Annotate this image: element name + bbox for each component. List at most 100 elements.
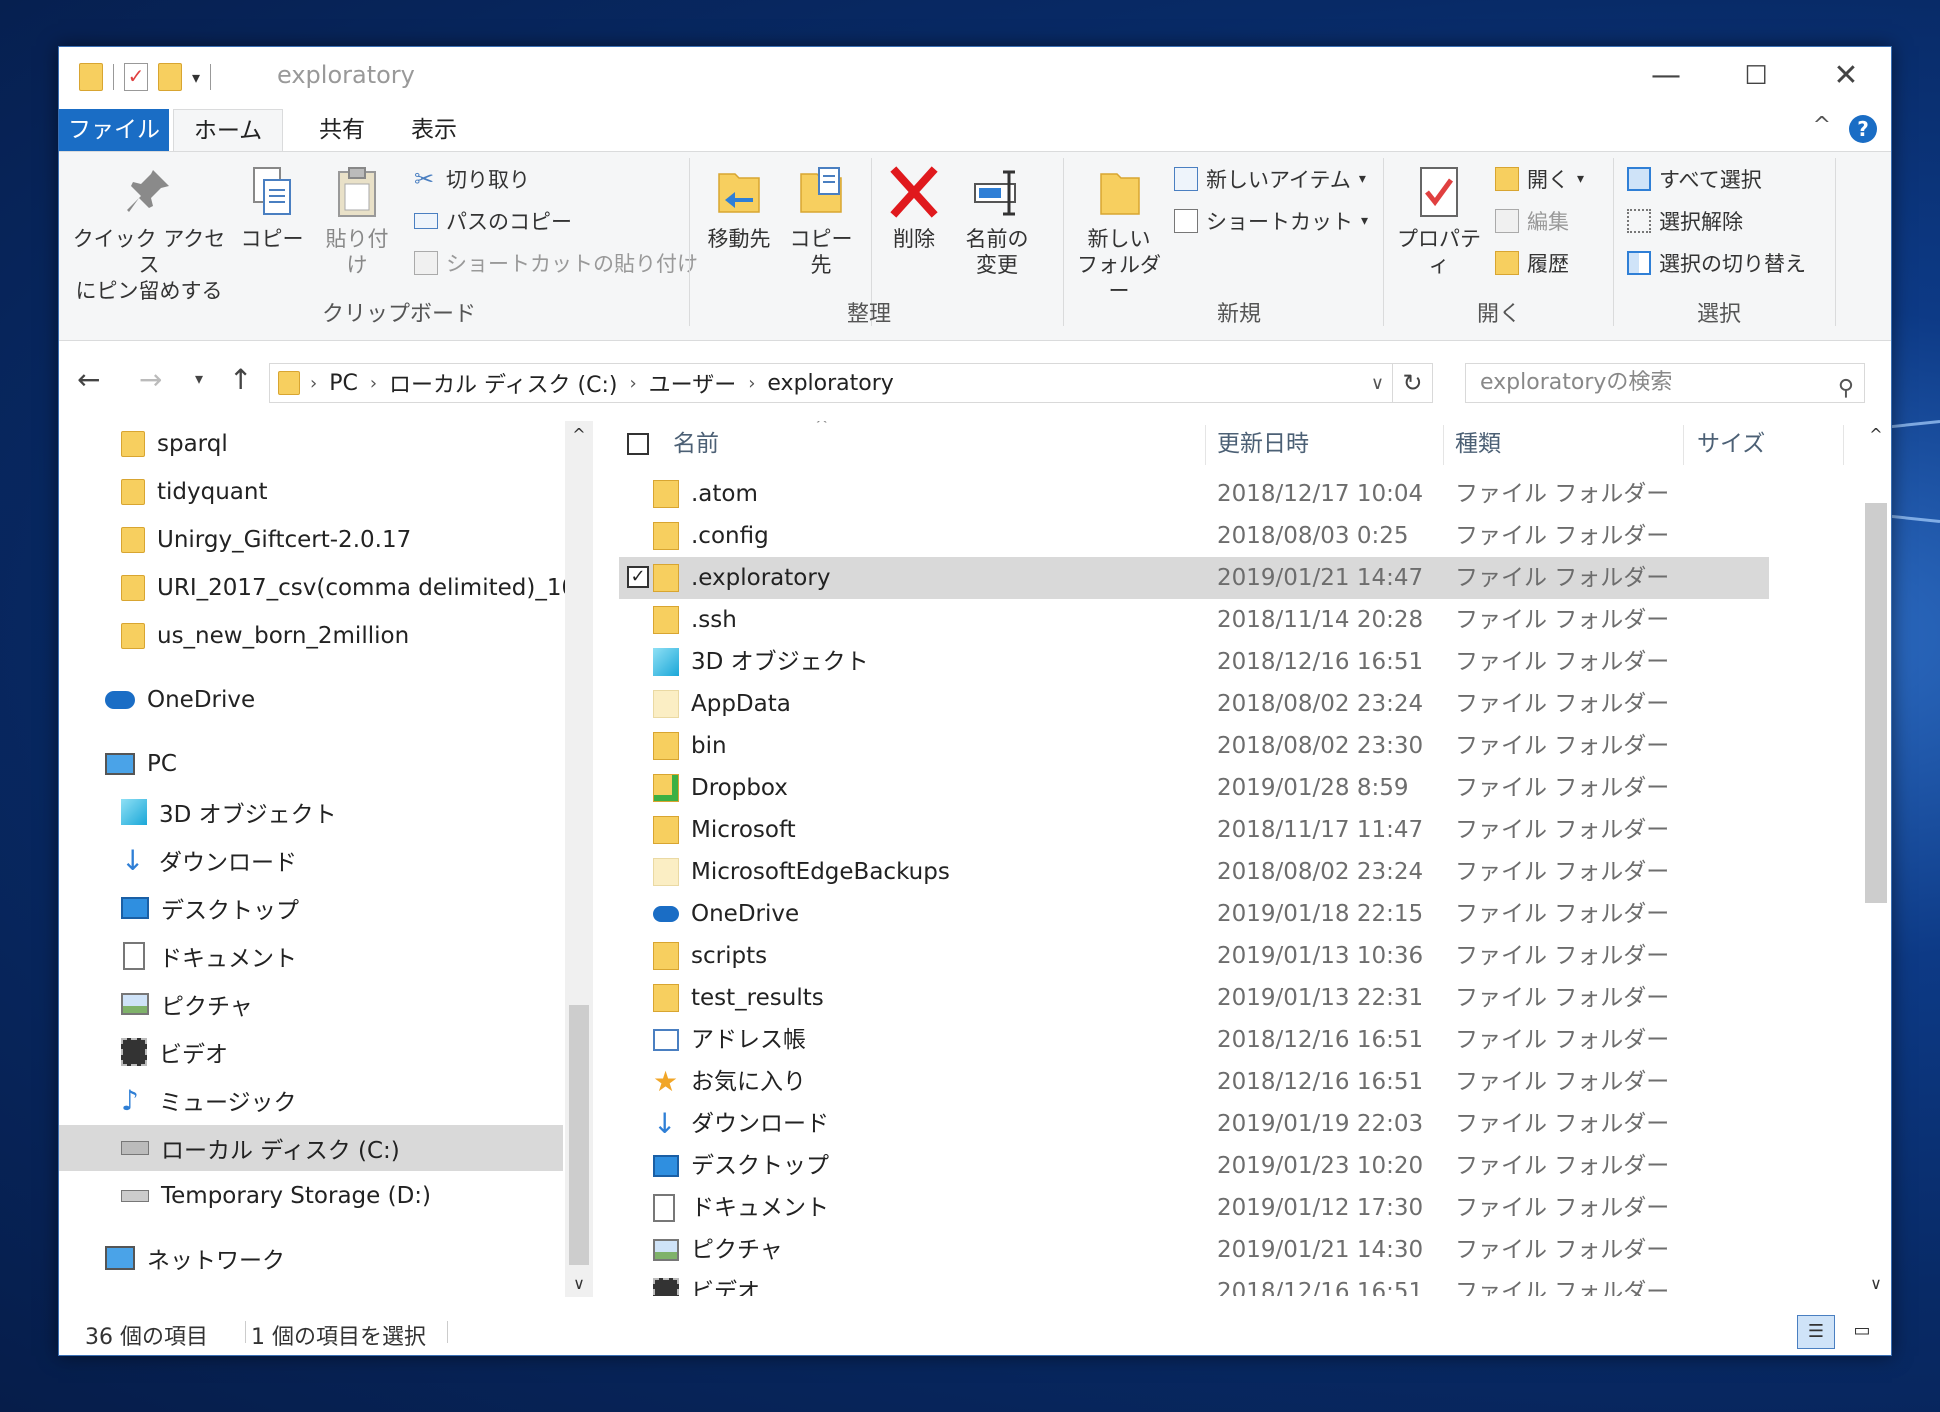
table-row[interactable]: Microsoft 2018/11/17 11:47 ファイル フォルダー <box>619 809 1769 851</box>
history-button[interactable]: 履歴 <box>1495 248 1569 278</box>
shortcut-label: ショートカット <box>1206 210 1353 234</box>
rename-button[interactable]: 名前の 変更 <box>957 164 1037 278</box>
breadcrumb-local-disk[interactable]: ローカル ディスク (C:) <box>381 367 625 399</box>
nav-item-pictures[interactable]: ピクチャ <box>121 981 253 1027</box>
nav-item-music[interactable]: ♪ ミュージック <box>121 1077 297 1123</box>
table-row[interactable]: bin 2018/08/02 23:30 ファイル フォルダー <box>619 725 1769 767</box>
nav-item-downloads[interactable]: ↓ ダウンロード <box>121 837 297 883</box>
copy-path-button[interactable]: パスのコピー <box>414 206 572 236</box>
row-checkbox[interactable]: ✓ <box>627 566 649 588</box>
forward-arrow-icon[interactable]: → <box>139 363 162 396</box>
folder-icon <box>653 606 679 634</box>
back-arrow-icon[interactable]: ← <box>77 363 100 396</box>
nav-item-unirgy[interactable]: Unirgy_Giftcert-2.0.17 <box>121 517 411 563</box>
scroll-up-icon[interactable]: ^ <box>1861 425 1891 444</box>
nav-item-desktop[interactable]: デスクトップ <box>121 885 299 931</box>
tab-file[interactable]: ファイル <box>59 109 169 151</box>
table-row[interactable]: Dropbox 2019/01/28 8:59 ファイル フォルダー <box>619 767 1769 809</box>
table-row[interactable]: AppData 2018/08/02 23:24 ファイル フォルダー <box>619 683 1769 725</box>
table-row[interactable]: ピクチャ 2019/01/21 14:30 ファイル フォルダー <box>619 1229 1769 1271</box>
address-bar[interactable]: › PC › ローカル ディスク (C:) › ユーザー › explorato… <box>269 363 1393 403</box>
nav-item-onedrive[interactable]: OneDrive <box>105 677 255 723</box>
table-row[interactable]: .ssh 2018/11/14 20:28 ファイル フォルダー <box>619 599 1769 641</box>
paste-button[interactable]: 貼り付け <box>317 164 397 278</box>
scroll-down-icon[interactable]: ∨ <box>1861 1274 1891 1293</box>
copy-button[interactable]: コピー <box>237 164 307 252</box>
delete-button[interactable]: 削除 <box>879 164 949 252</box>
column-header-name[interactable]: 名前 <box>673 421 719 467</box>
search-input[interactable]: exploratoryの検索 ⚲ <box>1465 363 1865 403</box>
customize-toolbar-icon[interactable]: ▾ <box>192 68 200 87</box>
open-button[interactable]: 開く ▾ <box>1495 164 1584 194</box>
edit-button[interactable]: 編集 <box>1495 206 1569 236</box>
details-view-icon[interactable]: ☰ <box>1797 1315 1835 1349</box>
table-row[interactable]: ↓ ダウンロード 2019/01/19 22:03 ファイル フォルダー <box>619 1103 1769 1145</box>
table-row[interactable]: 3D オブジェクト 2018/12/16 16:51 ファイル フォルダー <box>619 641 1769 683</box>
table-row[interactable]: ドキュメント 2019/01/12 17:30 ファイル フォルダー <box>619 1187 1769 1229</box>
new-item-label: 新しいアイテム <box>1206 168 1351 192</box>
select-none-button[interactable]: 選択解除 <box>1627 206 1743 236</box>
table-row[interactable]: アドレス帳 2018/12/16 16:51 ファイル フォルダー <box>619 1019 1769 1061</box>
select-all-checkbox[interactable] <box>627 433 649 455</box>
properties-button[interactable]: プロパティ <box>1389 164 1489 278</box>
invert-selection-button[interactable]: 選択の切り替え <box>1627 248 1806 278</box>
table-row[interactable]: デスクトップ 2019/01/23 10:20 ファイル フォルダー <box>619 1145 1769 1187</box>
properties-check-icon[interactable]: ✓ <box>124 63 148 91</box>
column-header-modified[interactable]: 更新日時 <box>1217 421 1309 467</box>
refresh-icon[interactable]: ↻ <box>1393 363 1433 403</box>
breadcrumb-pc[interactable]: PC <box>321 371 366 396</box>
nav-item-uri-2017[interactable]: URI_2017_csv(comma delimited)_1000 <box>121 565 567 611</box>
nav-item-network[interactable]: ネットワーク <box>105 1235 285 1281</box>
help-icon[interactable]: ? <box>1849 115 1877 143</box>
minimize-button[interactable]: — <box>1621 53 1711 99</box>
file-list-scroll-thumb[interactable] <box>1865 503 1887 903</box>
close-button[interactable]: ✕ <box>1801 53 1891 99</box>
pin-label: クイック アクセス にピン留めする <box>72 227 226 303</box>
nav-item-tidyquant[interactable]: tidyquant <box>121 469 268 515</box>
nav-item-us-new-born[interactable]: us_new_born_2million <box>121 613 409 659</box>
new-item-button[interactable]: 新しいアイテム ▾ <box>1174 164 1366 194</box>
recent-locations-chevron-icon[interactable]: ▾ <box>195 369 203 388</box>
new-item-icon <box>1174 167 1198 191</box>
select-all-button[interactable]: すべて選択 <box>1627 164 1762 194</box>
new-folder-icon[interactable] <box>158 63 182 91</box>
table-row[interactable]: scripts 2019/01/13 10:36 ファイル フォルダー <box>619 935 1769 977</box>
file-list-scrollbar[interactable]: ^ ∨ <box>1861 421 1891 1297</box>
nav-item-3d-objects[interactable]: 3D オブジェクト <box>121 789 337 835</box>
nav-item-documents[interactable]: ドキュメント <box>121 933 297 979</box>
table-row[interactable]: .atom 2018/12/17 10:04 ファイル フォルダー <box>619 473 1769 515</box>
maximize-button[interactable]: ☐ <box>1711 53 1801 99</box>
table-row[interactable]: ビデオ 2018/12/16 16:51 ファイル フォルダー <box>619 1271 1769 1296</box>
table-row[interactable]: .config 2018/08/03 0:25 ファイル フォルダー <box>619 515 1769 557</box>
cut-button[interactable]: ✂ 切り取り <box>414 164 530 194</box>
large-icons-view-icon[interactable]: ▭ <box>1843 1315 1881 1349</box>
up-arrow-icon[interactable]: ↑ <box>229 363 252 396</box>
tab-share[interactable]: 共有 <box>307 109 377 151</box>
column-header-type[interactable]: 種類 <box>1455 421 1501 467</box>
breadcrumb-users[interactable]: ユーザー <box>641 367 745 399</box>
table-row[interactable]: ★ お気に入り 2018/12/16 16:51 ファイル フォルダー <box>619 1061 1769 1103</box>
nav-item-sparql[interactable]: sparql <box>121 421 228 467</box>
table-row[interactable]: OneDrive 2019/01/18 22:15 ファイル フォルダー <box>619 893 1769 935</box>
collapse-ribbon-icon[interactable]: ^ <box>1813 113 1831 138</box>
file-type: ファイル フォルダー <box>1455 1279 1670 1296</box>
tab-view[interactable]: 表示 <box>399 109 469 151</box>
nav-item-local-disk[interactable]: ローカル ディスク (C:) <box>59 1125 563 1171</box>
move-to-button[interactable]: 移動先 <box>699 164 779 252</box>
tab-home[interactable]: ホーム <box>173 109 283 151</box>
pin-quick-access-button[interactable]: クイック アクセス にピン留めする <box>69 164 229 304</box>
new-folder-button[interactable]: 新しい フォルダー <box>1069 164 1169 304</box>
copy-to-button[interactable]: コピー先 <box>781 164 861 278</box>
breadcrumb-exploratory[interactable]: exploratory <box>759 371 901 396</box>
column-header-size[interactable]: サイズ <box>1697 421 1765 467</box>
nav-item-pc[interactable]: PC <box>105 741 177 787</box>
table-row[interactable]: MicrosoftEdgeBackups 2018/08/02 23:24 ファイル… <box>619 851 1769 893</box>
address-dropdown-chevron-icon[interactable]: ∨ <box>1371 373 1384 394</box>
nav-item-videos[interactable]: ビデオ <box>121 1029 228 1075</box>
table-row[interactable]: test_results 2019/01/13 22:31 ファイル フォルダー <box>619 977 1769 1019</box>
table-row[interactable]: ✓ .exploratory 2019/01/21 14:47 ファイル フォルダー <box>619 557 1769 599</box>
shortcut-button[interactable]: ショートカット ▾ <box>1174 206 1368 236</box>
file-type: ファイル フォルダー <box>1455 859 1670 885</box>
paste-shortcut-button[interactable]: ショートカットの貼り付け <box>414 248 698 278</box>
nav-item-temporary-storage[interactable]: Temporary Storage (D:) <box>121 1173 431 1219</box>
